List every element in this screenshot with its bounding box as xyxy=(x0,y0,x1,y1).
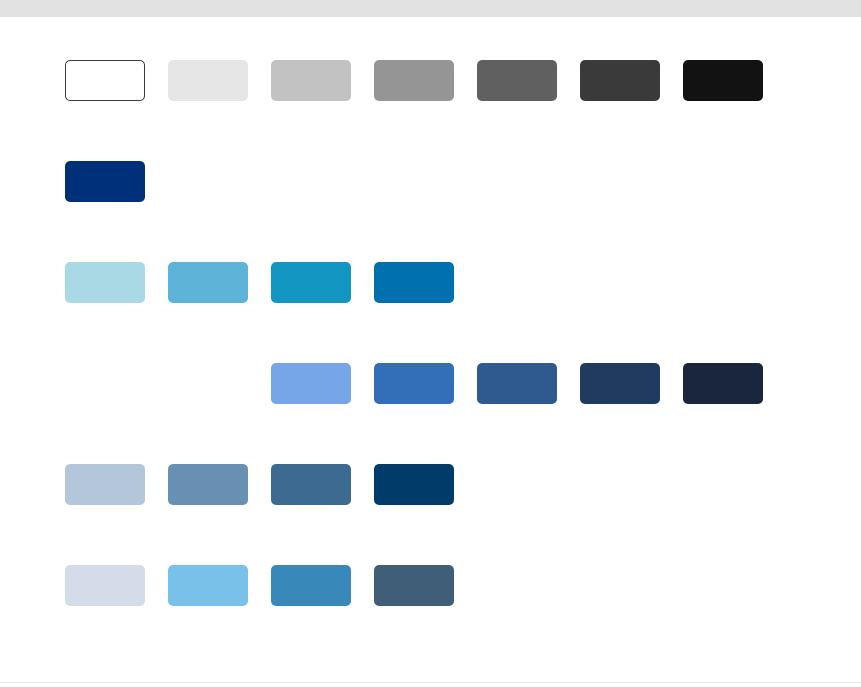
color-swatch[interactable] xyxy=(65,464,145,505)
color-swatch[interactable] xyxy=(65,262,145,303)
color-swatch[interactable] xyxy=(168,464,248,505)
color-swatch[interactable] xyxy=(683,363,763,404)
color-swatch[interactable] xyxy=(580,60,660,101)
page xyxy=(0,0,861,687)
color-swatch[interactable] xyxy=(271,565,351,606)
color-swatch[interactable] xyxy=(168,565,248,606)
color-swatch[interactable] xyxy=(374,60,454,101)
color-swatch[interactable] xyxy=(271,363,351,404)
color-swatch[interactable] xyxy=(374,363,454,404)
color-swatch[interactable] xyxy=(65,161,145,202)
bottom-divider xyxy=(0,682,861,683)
color-swatch[interactable] xyxy=(374,262,454,303)
color-swatch[interactable] xyxy=(374,565,454,606)
color-swatch[interactable] xyxy=(477,60,557,101)
color-swatch[interactable] xyxy=(477,363,557,404)
color-swatch[interactable] xyxy=(580,363,660,404)
color-swatch[interactable] xyxy=(683,60,763,101)
color-swatch[interactable] xyxy=(271,60,351,101)
color-swatch[interactable] xyxy=(271,262,351,303)
color-swatch[interactable] xyxy=(168,60,248,101)
color-swatch[interactable] xyxy=(271,464,351,505)
color-swatch[interactable] xyxy=(374,464,454,505)
color-palette xyxy=(0,0,861,687)
color-swatch[interactable] xyxy=(65,60,145,101)
color-swatch[interactable] xyxy=(65,565,145,606)
color-swatch[interactable] xyxy=(168,262,248,303)
